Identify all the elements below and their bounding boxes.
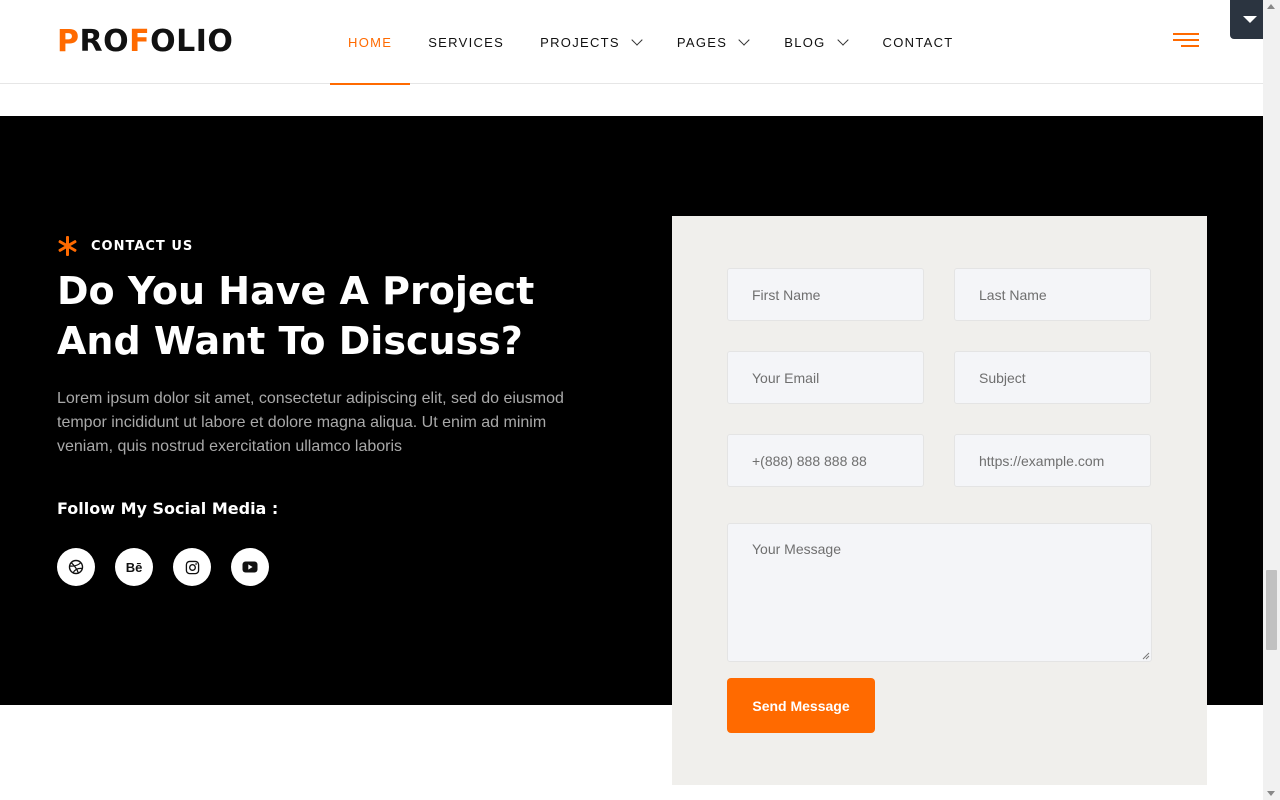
page-scrollbar[interactable]	[1263, 0, 1280, 800]
follow-label: Follow My Social Media :	[57, 499, 279, 518]
main-nav: HOME SERVICES PROJECTS PAGES BLOG CONTAC…	[330, 0, 972, 85]
contact-form: Send Message	[672, 216, 1207, 785]
chevron-down-icon	[836, 33, 849, 46]
last-name-input[interactable]	[954, 268, 1151, 321]
nav-item-projects[interactable]: PROJECTS	[522, 0, 659, 84]
send-message-button[interactable]: Send Message	[727, 678, 875, 733]
youtube-icon	[242, 561, 258, 573]
logo[interactable]: PROFOLIO	[57, 24, 233, 60]
scroll-up-icon[interactable]	[1267, 4, 1275, 9]
instagram-link[interactable]	[173, 548, 211, 586]
behance-icon: Bē	[125, 559, 143, 575]
instagram-icon	[185, 560, 199, 574]
site-header: PROFOLIO HOME SERVICES PROJECTS PAGES BL…	[0, 0, 1263, 85]
dribbble-link[interactable]	[57, 548, 95, 586]
asterisk-icon	[57, 236, 77, 256]
nav-item-home[interactable]: HOME	[330, 0, 411, 85]
nav-item-pages[interactable]: PAGES	[659, 0, 766, 84]
resize-grip-icon[interactable]	[1140, 650, 1150, 660]
section-heading: Do You Have A Project And Want To Discuss…	[57, 269, 535, 363]
nav-item-blog[interactable]: BLOG	[766, 0, 864, 84]
section-eyebrow: CONTACT US	[57, 236, 193, 256]
website-input[interactable]	[954, 434, 1151, 487]
scroll-down-icon[interactable]	[1267, 791, 1275, 796]
eyebrow-label: CONTACT US	[91, 238, 194, 254]
chevron-down-icon	[631, 33, 643, 46]
section-description: Lorem ipsum dolor sit amet, consectetur …	[57, 390, 564, 455]
first-name-input[interactable]	[727, 268, 924, 321]
message-textarea[interactable]	[727, 523, 1152, 662]
behance-link[interactable]: Bē	[115, 548, 153, 586]
hamburger-icon[interactable]	[1173, 33, 1199, 47]
nav-item-contact[interactable]: CONTACT	[865, 0, 972, 84]
nav-item-services[interactable]: SERVICES	[410, 0, 522, 84]
caret-down-icon	[1243, 16, 1257, 23]
youtube-link[interactable]	[231, 548, 269, 586]
chevron-down-icon	[738, 33, 750, 46]
subject-input[interactable]	[954, 351, 1151, 404]
scrollbar-thumb[interactable]	[1266, 570, 1277, 650]
email-input[interactable]	[727, 351, 924, 404]
social-links: Bē	[57, 548, 269, 586]
phone-input[interactable]	[727, 434, 924, 487]
dribbble-icon	[68, 559, 84, 575]
